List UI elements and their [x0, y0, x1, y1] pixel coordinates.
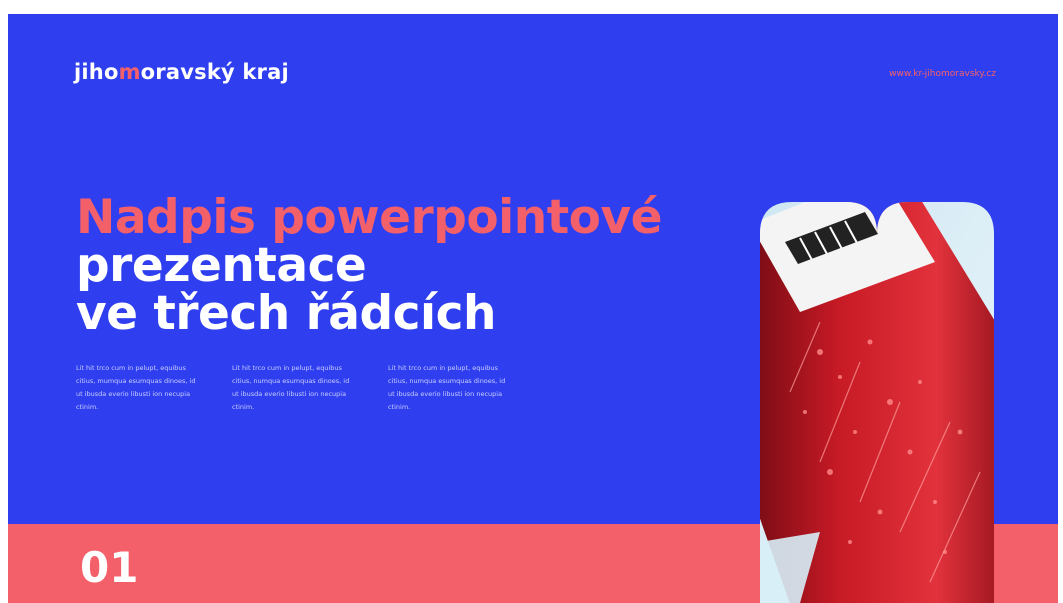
text-column-1: Lit hit trco cum in pelupt, equibus citi… [76, 364, 196, 411]
logo-mid: m [118, 60, 141, 84]
logo-prefix: jiho [74, 60, 119, 84]
logo-suffix: oravský kraj [140, 60, 289, 84]
brand-logo: jihomoravský kraj [74, 60, 289, 84]
text-column-2: Lit hit trco cum in pelupt, equibus citi… [232, 364, 350, 411]
blood-test-tube-photo [760, 202, 994, 603]
title-line-1: Nadpis powerpointové [76, 190, 662, 245]
page-title: Nadpis powerpointové prezentace ve třech… [76, 194, 662, 338]
title-line-3: ve třech řádcích [76, 286, 496, 341]
photo-graphic [760, 202, 994, 603]
slide: jihomoravský kraj www.kr-jihomoravsky.cz… [8, 14, 1058, 603]
title-line-2: prezentace [76, 238, 367, 293]
text-columns: Lit hit trco cum in pelupt, equibus citi… [76, 362, 508, 414]
site-url[interactable]: www.kr-jihomoravsky.cz [889, 69, 996, 79]
text-column-3: Lit hit trco cum in pelupt, equibus citi… [388, 364, 506, 411]
slide-number: 01 [80, 543, 139, 592]
